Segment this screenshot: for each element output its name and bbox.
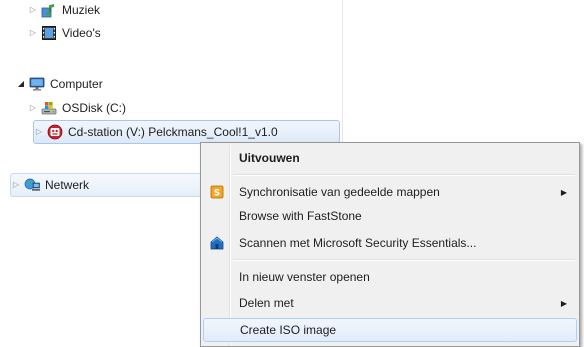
tree-item-label: Netwerk xyxy=(45,178,90,192)
menu-item-nieuw-venster[interactable]: In nieuw venster openen xyxy=(203,266,577,288)
tree-item-muziek[interactable]: ▷ Muziek xyxy=(28,0,100,20)
menu-item-uitvouwen[interactable]: Uitvouwen xyxy=(203,147,577,169)
hard-disk-icon xyxy=(41,102,57,115)
menu-item-label: Browse with FastStone xyxy=(239,209,362,223)
menu-item-label: Scannen met Microsoft Security Essential… xyxy=(239,236,477,250)
menu-item-synchronisatie[interactable]: S Synchronisatie van gedeelde mappen ▶ xyxy=(203,181,577,203)
menu-item-label: Delen met xyxy=(239,296,294,310)
tree-item-label: Computer xyxy=(50,77,103,91)
menu-item-icon-slot xyxy=(203,292,231,314)
expand-arrow-icon[interactable]: ▷ xyxy=(28,5,38,15)
tree-item-label: Cd-station (V:) Pelckmans_Cool!1_v1.0 xyxy=(68,125,278,139)
collapse-arrow-icon[interactable]: ◢ xyxy=(16,79,26,89)
menu-separator xyxy=(233,259,575,261)
tree-item-label: Muziek xyxy=(62,3,101,17)
expand-arrow-icon[interactable]: ▷ xyxy=(28,28,38,38)
menu-item-scannen[interactable]: Scannen met Microsoft Security Essential… xyxy=(203,232,577,254)
menu-item-create-iso[interactable]: Create ISO image xyxy=(203,318,577,342)
svg-text:S: S xyxy=(214,189,220,199)
video-library-icon xyxy=(42,26,56,40)
cd-drive-icon xyxy=(47,124,63,140)
security-essentials-icon xyxy=(210,236,224,250)
menu-item-browse-faststone[interactable]: Browse with FastStone xyxy=(203,205,577,227)
menu-item-icon-slot xyxy=(203,266,231,288)
tree-item-videos[interactable]: ▷ Video's xyxy=(28,22,101,44)
music-library-icon xyxy=(41,4,54,18)
menu-item-label: Create ISO image xyxy=(240,323,337,337)
tree-item-computer[interactable]: ◢ Computer xyxy=(16,73,103,95)
menu-item-delen-met[interactable]: Delen met ▶ xyxy=(203,292,577,314)
network-icon xyxy=(24,178,40,191)
tree-item-label: Video's xyxy=(62,26,101,40)
tree-item-netwerk[interactable]: ▷ Netwerk xyxy=(10,173,204,197)
computer-icon xyxy=(29,77,45,91)
tree-item-label: OSDisk (C:) xyxy=(62,101,126,115)
context-menu[interactable]: Uitvouwen S Synchronisatie van gedeelde … xyxy=(200,142,580,347)
expand-arrow-icon[interactable]: ▷ xyxy=(11,180,21,190)
menu-item-label: In nieuw venster openen xyxy=(239,270,370,284)
menu-item-icon-slot xyxy=(203,147,231,169)
menu-item-label: Uitvouwen xyxy=(239,151,300,165)
expand-arrow-icon[interactable]: ▷ xyxy=(34,127,44,137)
submenu-arrow-icon: ▶ xyxy=(560,298,568,308)
menu-item-label: Synchronisatie van gedeelde mappen xyxy=(239,185,440,199)
tree-item-osdisk[interactable]: ▷ OSDisk (C:) xyxy=(28,97,126,119)
sync-center-icon: S xyxy=(210,185,224,199)
tree-item-cd-station[interactable]: ▷ Cd-station (V:) Pelckmans_Cool!1_v1.0 xyxy=(33,120,340,144)
expand-arrow-icon[interactable]: ▷ xyxy=(28,103,38,113)
submenu-arrow-icon: ▶ xyxy=(560,187,568,197)
menu-separator xyxy=(233,174,575,176)
menu-item-icon-slot xyxy=(204,319,232,341)
menu-item-icon-slot xyxy=(203,205,231,227)
